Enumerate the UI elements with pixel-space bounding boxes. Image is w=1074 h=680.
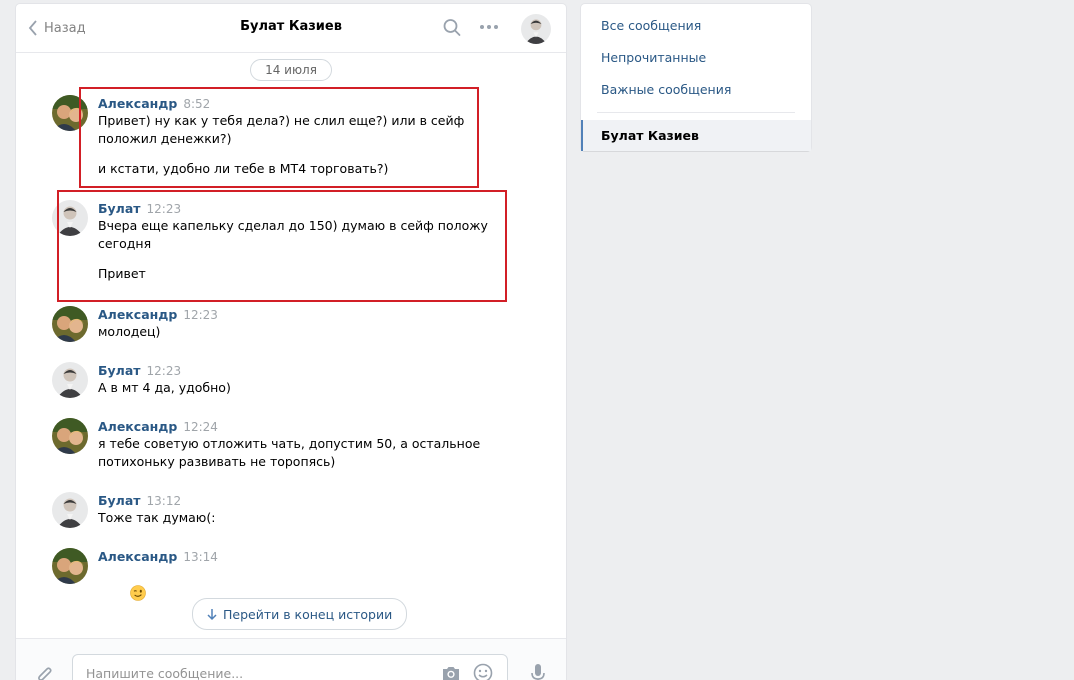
message-author[interactable]: Александр: [98, 307, 177, 322]
message-text: я тебе советую отложить чать, допустим 5…: [98, 436, 481, 469]
sidebar-item-active-conversation[interactable]: Булат Казиев: [581, 120, 811, 151]
avatar[interactable]: [52, 200, 88, 236]
paperclip-icon[interactable]: [36, 665, 54, 680]
message-author[interactable]: Булат: [98, 201, 141, 216]
chevron-left-icon: [28, 20, 37, 36]
message-body: Булат 12:23 А в мт 4 да, удобно): [98, 362, 518, 397]
message-text: Тоже так думаю(:: [98, 510, 216, 525]
message-author[interactable]: Александр: [98, 96, 177, 111]
message-text: А в мт 4 да, удобно): [98, 380, 231, 395]
search-icon[interactable]: [443, 18, 461, 38]
message-author[interactable]: Булат: [98, 493, 141, 508]
camera-icon[interactable]: [441, 665, 461, 680]
message-time[interactable]: 13:12: [147, 494, 182, 508]
message-time[interactable]: 12:23: [147, 202, 182, 216]
chat-panel: Назад Булат Казиев 14 июля Александр 8:52…: [16, 4, 566, 680]
message-text: и кстати, удобно ли тебе в МТ4 торговать…: [98, 161, 389, 176]
sidebar-divider: [597, 112, 795, 113]
message-body: Булат 12:23 Вчера еще капельку сделал до …: [98, 200, 518, 283]
date-divider: 14 июля: [250, 59, 332, 81]
jump-to-end-label: Перейти в конец истории: [223, 606, 393, 622]
message-time[interactable]: 12:23: [183, 308, 218, 322]
message-author[interactable]: Александр: [98, 549, 177, 564]
message-input-box[interactable]: [72, 654, 508, 680]
message-text: Привет: [98, 266, 146, 281]
message-time[interactable]: 13:14: [183, 550, 218, 564]
contact-avatar[interactable]: [521, 14, 551, 44]
message-text: Вчера еще капельку сделал до 150) думаю …: [98, 218, 488, 251]
sidebar-item-unread[interactable]: Непрочитанные: [581, 43, 811, 73]
messages-sidebar: Все сообщения Непрочитанные Важные сообщ…: [581, 4, 811, 151]
more-icon[interactable]: [479, 24, 499, 30]
avatar[interactable]: [52, 418, 88, 454]
avatar[interactable]: [52, 306, 88, 342]
message-body: Александр 12:23 молодец): [98, 306, 518, 341]
sidebar-item-all-messages[interactable]: Все сообщения: [581, 11, 811, 41]
message-composer: [16, 638, 566, 680]
message-body: Александр 8:52 Привет) ну как у тебя дела…: [98, 95, 518, 178]
arrow-down-icon: [207, 608, 217, 620]
message-text: молодец): [98, 324, 161, 339]
message-time[interactable]: 12:24: [183, 420, 218, 434]
smile-icon[interactable]: [473, 663, 493, 680]
wink-emoji-icon: [129, 585, 146, 601]
message-time[interactable]: 12:23: [147, 364, 182, 378]
message-input[interactable]: [84, 665, 428, 680]
avatar[interactable]: [52, 362, 88, 398]
avatar[interactable]: [52, 95, 88, 131]
message-author[interactable]: Булат: [98, 363, 141, 378]
jump-to-end-button[interactable]: Перейти в конец истории: [192, 598, 408, 630]
message-author[interactable]: Александр: [98, 419, 177, 434]
sidebar-item-important[interactable]: Важные сообщения: [581, 75, 811, 105]
back-label: Назад: [44, 20, 86, 36]
back-button[interactable]: Назад: [28, 18, 86, 38]
message-text: Привет) ну как у тебя дела?) не слил еще…: [98, 113, 465, 146]
avatar[interactable]: [52, 548, 88, 584]
message-body: Булат 13:12 Тоже так думаю(:: [98, 492, 518, 527]
chat-header: Назад Булат Казиев: [16, 4, 566, 53]
avatar[interactable]: [52, 492, 88, 528]
message-time[interactable]: 8:52: [183, 97, 210, 111]
microphone-icon[interactable]: [530, 663, 546, 680]
date-divider-wrap: 14 июля: [16, 59, 566, 81]
message-body: Александр 12:24 я тебе советую отложить ч…: [98, 418, 518, 471]
